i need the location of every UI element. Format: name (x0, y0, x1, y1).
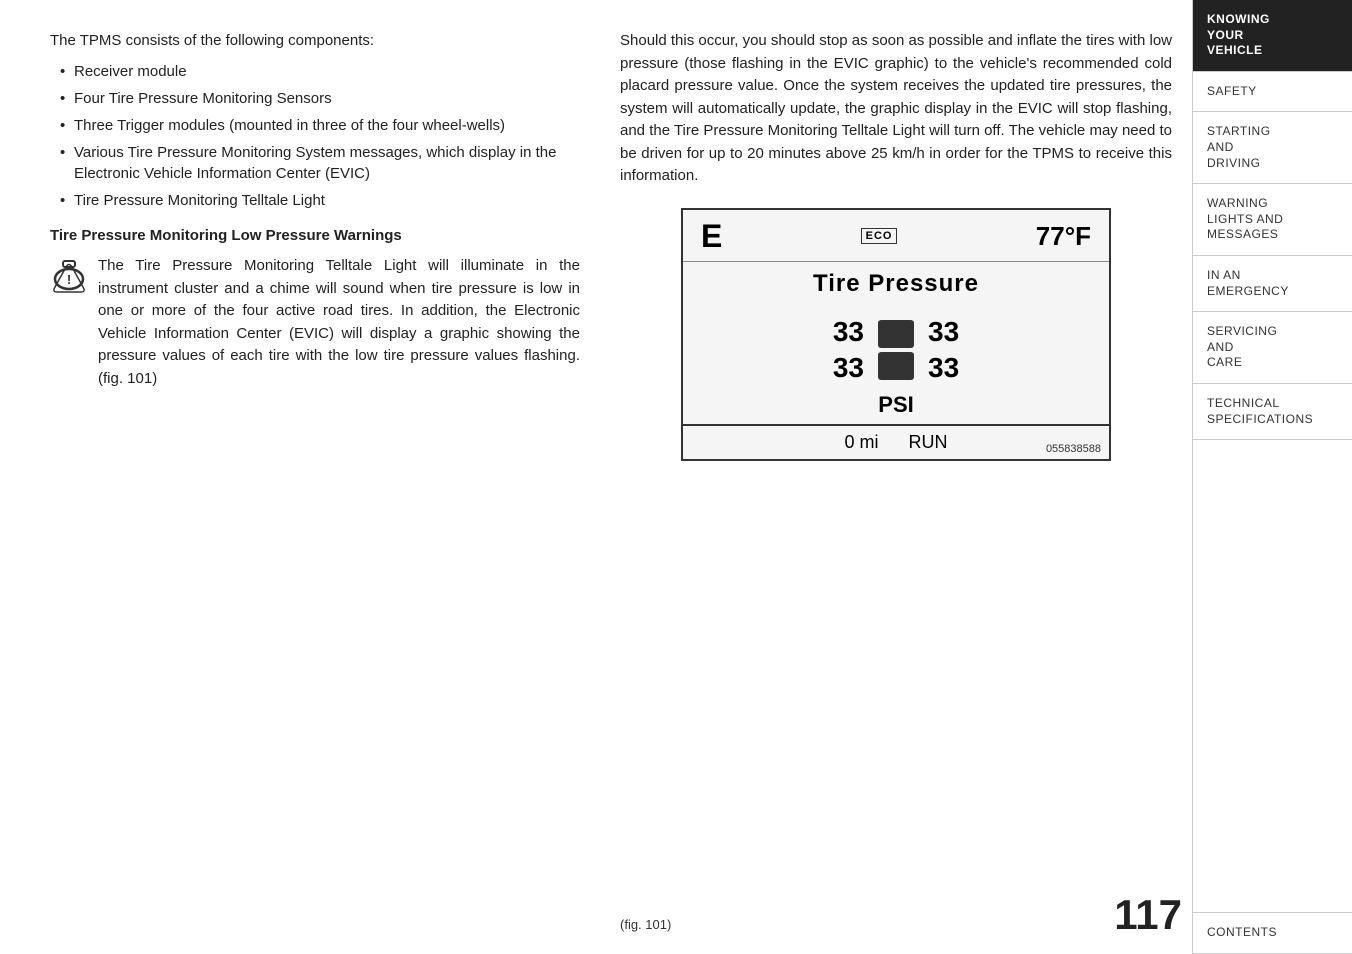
sidebar-item-technical[interactable]: TECHNICAL SPECIFICATIONS (1193, 384, 1352, 440)
evic-psi-label: PSI (683, 392, 1109, 424)
evic-top-bar: E ECO 77°F (683, 210, 1109, 262)
evic-top-left-psi: 33 (833, 316, 864, 348)
evic-car-icon (878, 320, 914, 380)
svg-text:!: ! (67, 272, 71, 287)
evic-right-nums: 33 33 (928, 316, 959, 384)
evic-car-bottom (878, 352, 914, 380)
evic-left-letter: E (701, 218, 722, 255)
sidebar-item-safety[interactable]: SAFETY (1193, 72, 1352, 113)
warning-text: The Tire Pressure Monitoring Telltale Li… (98, 255, 580, 390)
sidebar-item-emergency[interactable]: IN AN EMERGENCY (1193, 256, 1352, 312)
bullet-item-4: Various Tire Pressure Monitoring System … (60, 142, 580, 184)
bullet-item-1: Receiver module (60, 61, 580, 82)
fig-caption: (fig. 101) (620, 917, 671, 932)
evic-eco-badge: ECO (861, 228, 898, 244)
right-column: Should this occur, you should stop as so… (610, 30, 1172, 934)
evic-bottom-left-psi: 33 (833, 352, 864, 384)
evic-figure-number: 055838588 (1046, 443, 1101, 455)
warning-icon: ! (50, 257, 88, 295)
evic-left-nums: 33 33 (833, 316, 864, 384)
sidebar-spacer (1193, 440, 1352, 913)
section-title: Tire Pressure Monitoring Low Pressure Wa… (50, 225, 580, 248)
evic-pressures: 33 33 33 33 (683, 306, 1109, 392)
sidebar-item-warning[interactable]: WARNING LIGHTS AND MESSAGES (1193, 184, 1352, 256)
evic-top-right-psi: 33 (928, 316, 959, 348)
bullet-list: Receiver module Four Tire Pressure Monit… (60, 61, 580, 211)
page-container: The TPMS consists of the following compo… (0, 0, 1352, 954)
evic-title: Tire Pressure (683, 262, 1109, 306)
bullet-item-3: Three Trigger modules (mounted in three … (60, 115, 580, 136)
sidebar: KNOWING YOUR VEHICLE SAFETY STARTING AND… (1192, 0, 1352, 954)
main-content: The TPMS consists of the following compo… (0, 0, 1192, 954)
sidebar-item-servicing[interactable]: SERVICING AND CARE (1193, 312, 1352, 384)
right-paragraph: Should this occur, you should stop as so… (620, 30, 1172, 188)
bullet-item-2: Four Tire Pressure Monitoring Sensors (60, 88, 580, 109)
evic-temperature: 77°F (1036, 221, 1091, 252)
evic-car-top (878, 320, 914, 348)
left-column: The TPMS consists of the following compo… (50, 30, 610, 934)
sidebar-item-knowing[interactable]: KNOWING YOUR VEHICLE (1193, 0, 1352, 72)
page-number: 117 (1114, 891, 1182, 939)
intro-text: The TPMS consists of the following compo… (50, 30, 580, 53)
bullet-item-5: Tire Pressure Monitoring Telltale Light (60, 190, 580, 211)
warning-block: ! The Tire Pressure Monitoring Telltale … (50, 255, 580, 398)
evic-status: RUN (909, 432, 948, 453)
evic-bottom-right-psi: 33 (928, 352, 959, 384)
evic-odometer: 0 mi (844, 432, 878, 453)
sidebar-item-starting[interactable]: STARTING AND DRIVING (1193, 112, 1352, 184)
sidebar-item-contents[interactable]: CONTENTS (1193, 913, 1352, 954)
evic-display: E ECO 77°F Tire Pressure 33 33 33 (681, 208, 1111, 461)
